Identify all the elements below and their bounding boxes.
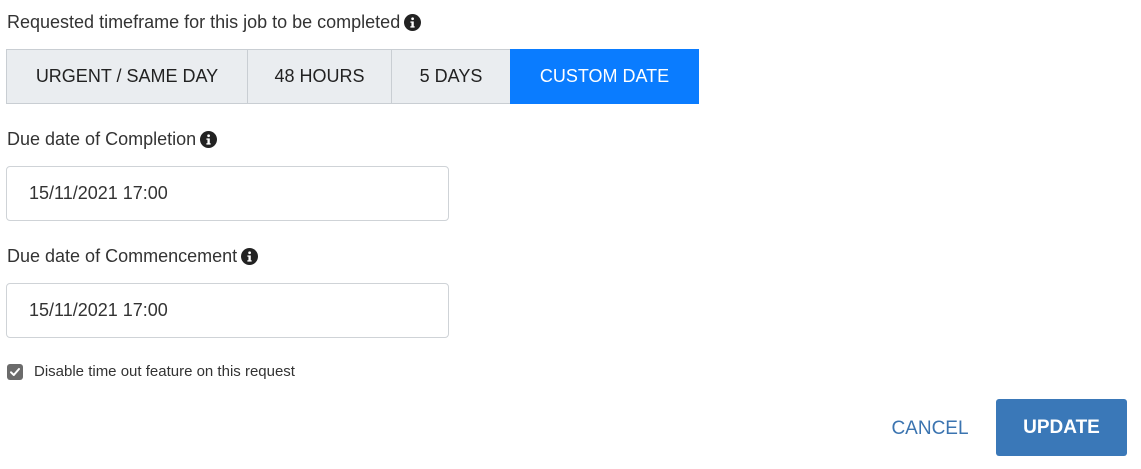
timeframe-option-label: URGENT / SAME DAY bbox=[35, 66, 219, 86]
cancel-button-label: CANCEL bbox=[891, 417, 969, 439]
info-icon[interactable] bbox=[404, 13, 422, 31]
timeframe-option-48-hours[interactable]: 48 HOURS bbox=[247, 49, 392, 104]
checkmark-icon bbox=[10, 367, 20, 376]
commencement-label: Due date of Commencement bbox=[7, 246, 238, 266]
timeframe-option-custom-date[interactable]: CUSTOM DATE bbox=[510, 49, 699, 104]
timeout-checkbox[interactable] bbox=[7, 363, 23, 380]
commencement-date-input[interactable]: 15/11/2021 17:00 bbox=[6, 283, 449, 338]
timeframe-option-5-days[interactable]: 5 DAYS bbox=[391, 49, 511, 104]
timeframe-label: Requested timeframe for this job to be c… bbox=[7, 12, 401, 32]
timeframe-option-label: CUSTOM DATE bbox=[539, 66, 670, 86]
info-icon[interactable] bbox=[241, 247, 259, 265]
commencement-date-value: 15/11/2021 17:00 bbox=[29, 300, 168, 320]
job-timeframe-form: Requested timeframe for this job to be c… bbox=[0, 0, 1141, 469]
timeframe-option-urgent[interactable]: URGENT / SAME DAY bbox=[6, 49, 248, 104]
timeout-checkbox-label[interactable]: Disable time out feature on this request bbox=[34, 363, 295, 380]
update-button[interactable]: UPDATE bbox=[996, 399, 1127, 456]
completion-label: Due date of Completion bbox=[7, 129, 197, 149]
info-icon[interactable] bbox=[200, 130, 218, 148]
timeframe-label-row: Requested timeframe for this job to be c… bbox=[7, 10, 422, 34]
commencement-label-row: Due date of Commencement bbox=[7, 244, 259, 268]
completion-date-value: 15/11/2021 17:00 bbox=[29, 183, 168, 203]
timeframe-option-label: 5 DAYS bbox=[419, 66, 483, 86]
update-button-label: UPDATE bbox=[1023, 416, 1100, 438]
timeframe-segmented-control: URGENT / SAME DAY 48 HOURS 5 DAYS CUSTOM… bbox=[6, 49, 699, 104]
timeout-option-row: Disable time out feature on this request bbox=[7, 363, 295, 380]
cancel-button[interactable]: CANCEL bbox=[880, 401, 980, 456]
completion-date-input[interactable]: 15/11/2021 17:00 bbox=[6, 166, 449, 221]
timeframe-option-label: 48 HOURS bbox=[274, 66, 365, 86]
completion-label-row: Due date of Completion bbox=[7, 127, 218, 151]
